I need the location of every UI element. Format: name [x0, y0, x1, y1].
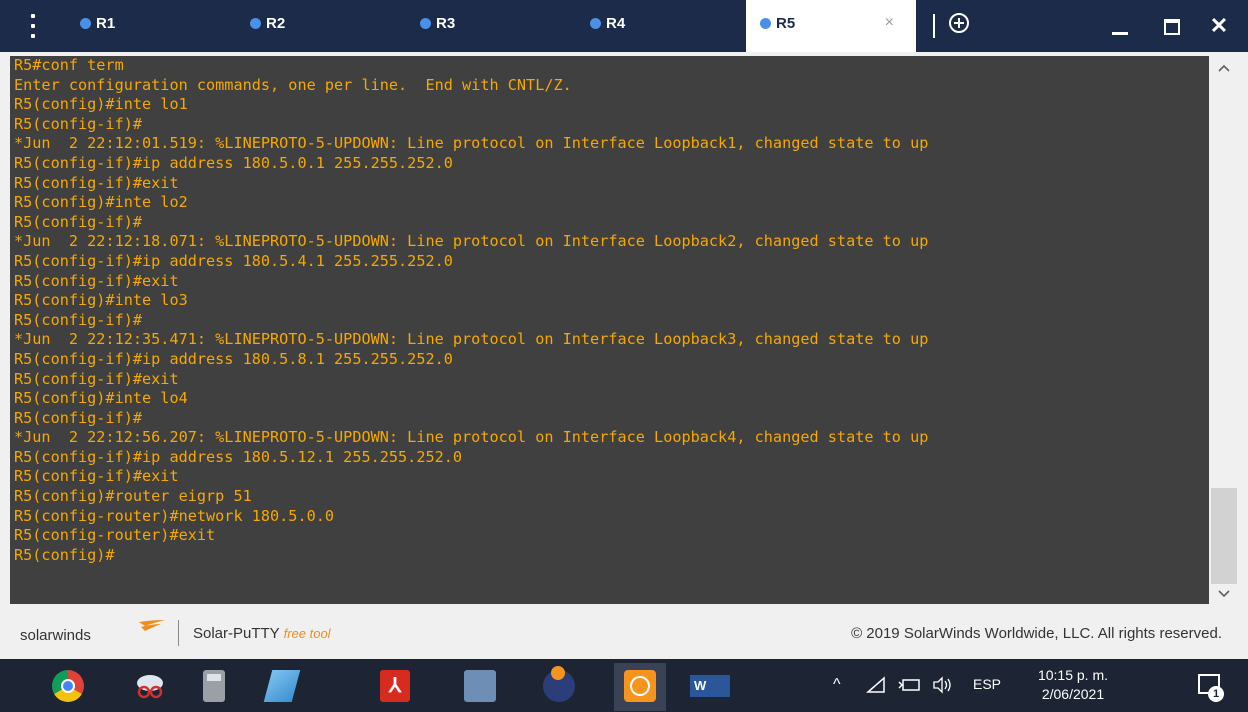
product-label: Solar-PuTTY	[193, 625, 280, 642]
language-indicator[interactable]: ESP	[973, 676, 1001, 692]
calculator-icon[interactable]	[203, 670, 225, 702]
tab-label: R3	[436, 15, 456, 32]
acrobat-pdf-icon[interactable]: ⅄	[380, 670, 410, 702]
tab-divider	[933, 14, 935, 38]
terminal-line: R5(config-router)#network 180.5.0.0	[14, 506, 335, 525]
vertical-scrollbar[interactable]	[1209, 56, 1239, 604]
scrollbar-thumb[interactable]	[1211, 488, 1237, 584]
terminal-line: R5(config-if)#	[14, 114, 143, 133]
session-status-icon	[80, 18, 91, 29]
menu-icon[interactable]	[26, 14, 40, 38]
footer-divider	[178, 620, 179, 646]
terminal-line: *Jun 2 22:12:35.471: %LINEPROTO-5-UPDOWN…	[14, 330, 929, 349]
terminal-line: R5(config)#inte lo2	[14, 193, 188, 212]
terminal-line: *Jun 2 22:12:56.207: %LINEPROTO-5-UPDOWN…	[14, 428, 929, 447]
terminal-line: R5#conf term	[14, 56, 124, 74]
scroll-down-icon[interactable]	[1216, 586, 1232, 602]
chrome-icon[interactable]	[52, 670, 84, 702]
word-icon[interactable]: W	[690, 675, 730, 697]
product-name: Solar-PuTTY free tool	[193, 625, 331, 642]
close-window-button[interactable]: ✕	[1194, 0, 1244, 52]
volume-icon[interactable]	[932, 676, 956, 694]
solar-putty-icon[interactable]	[624, 670, 656, 702]
remote-desktop-icon[interactable]	[464, 670, 496, 702]
battery-icon[interactable]	[897, 676, 921, 694]
session-status-icon	[760, 18, 771, 29]
terminal-line: R5(config)#	[14, 545, 115, 564]
tab-r3[interactable]: R3	[406, 0, 576, 52]
tab-r1[interactable]: R1	[66, 0, 236, 52]
clock-time[interactable]: 10:15 p. m.	[1025, 667, 1121, 683]
terminal-line: R5(config-if)#exit	[14, 467, 179, 486]
tab-r5[interactable]: R5 ×	[746, 0, 916, 52]
close-tab-icon[interactable]: ×	[885, 14, 894, 32]
terminal-line: *Jun 2 22:12:01.519: %LINEPROTO-5-UPDOWN…	[14, 134, 929, 153]
add-tab-icon[interactable]	[949, 13, 969, 33]
tab-bar: R1 R2 R3 R4 R5 × ✕	[0, 0, 1248, 52]
tab-label: R2	[266, 15, 286, 32]
tab-label: R4	[606, 15, 626, 32]
terminal-line: R5(config)#inte lo4	[14, 389, 188, 408]
tab-r4[interactable]: R4	[576, 0, 746, 52]
minimize-button[interactable]	[1094, 0, 1144, 52]
free-tool-label: free tool	[283, 626, 331, 641]
tab-label: R1	[96, 15, 116, 32]
notification-count-badge: 1	[1208, 686, 1224, 702]
terminal-line: R5(config-if)#	[14, 212, 143, 231]
tab-label: R5	[776, 15, 796, 32]
solarwinds-flame-icon	[139, 620, 165, 631]
terminal-line: R5(config-router)#exit	[14, 526, 216, 545]
terminal-line: R5(config-if)#	[14, 310, 143, 329]
maximize-button[interactable]	[1146, 0, 1196, 52]
terminal-line: R5(config)#inte lo1	[14, 95, 188, 114]
terminal-line: R5(config)#router eigrp 51	[14, 487, 252, 506]
terminal-line: R5(config-if)#exit	[14, 369, 179, 388]
terminal-line: R5(config-if)#exit	[14, 271, 179, 290]
copyright-text: © 2019 SolarWinds Worldwide, LLC. All ri…	[851, 625, 1222, 642]
session-status-icon	[590, 18, 601, 29]
terminal-line: R5(config-if)#ip address 180.5.0.1 255.2…	[14, 153, 453, 172]
terminal-line: R5(config-if)#ip address 180.5.8.1 255.2…	[14, 349, 453, 368]
tab-r2[interactable]: R2	[236, 0, 406, 52]
terminal-line: R5(config)#inte lo3	[14, 291, 188, 310]
show-hidden-icons-icon[interactable]: ^	[833, 676, 841, 694]
notebook-icon[interactable]	[263, 670, 301, 702]
wifi-icon[interactable]	[866, 676, 886, 694]
terminal-line: Enter configuration commands, one per li…	[14, 75, 572, 94]
terminal-line: R5(config-if)#ip address 180.5.12.1 255.…	[14, 447, 463, 466]
window-border	[1239, 56, 1248, 604]
clock-date[interactable]: 2/06/2021	[1025, 686, 1121, 702]
terminal-output[interactable]: R5#conf term Enter configuration commands…	[10, 56, 1209, 604]
session-status-icon	[420, 18, 431, 29]
solarwinds-logo: solarwinds	[20, 627, 91, 644]
windows-taskbar: ⅄ W ^ ESP 10:15 p. m. 2/06/2021 1	[0, 659, 1248, 712]
eclipse-icon[interactable]	[543, 666, 575, 702]
snipping-tool-icon[interactable]	[134, 670, 166, 702]
app-footer: solarwinds Solar-PuTTY free tool © 2019 …	[0, 604, 1248, 659]
terminal-line: *Jun 2 22:12:18.071: %LINEPROTO-5-UPDOWN…	[14, 232, 929, 251]
terminal-line: R5(config-if)#ip address 180.5.4.1 255.2…	[14, 251, 453, 270]
session-status-icon	[250, 18, 261, 29]
scroll-up-icon[interactable]	[1216, 62, 1232, 78]
terminal-line: R5(config-if)#	[14, 408, 143, 427]
terminal-line: R5(config-if)#exit	[14, 173, 179, 192]
